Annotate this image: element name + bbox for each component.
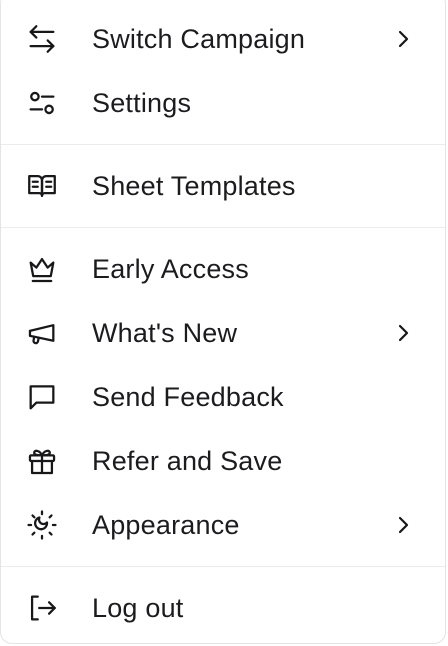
menu-group-session: Log out xyxy=(1,576,445,640)
menu-item-whats-new[interactable]: What's New xyxy=(1,301,445,365)
log-out-icon xyxy=(25,591,59,625)
menu-item-label: Switch Campaign xyxy=(92,23,306,54)
menu-item-send-feedback[interactable]: Send Feedback xyxy=(1,365,445,429)
menu-item-sheet-templates[interactable]: Sheet Templates xyxy=(1,154,445,218)
chevron-right-icon xyxy=(391,27,415,51)
crown-icon xyxy=(25,252,59,286)
menu-item-label: Refer and Save xyxy=(92,445,283,476)
megaphone-icon xyxy=(25,316,59,350)
menu-divider xyxy=(1,227,445,228)
chevron-right-icon xyxy=(391,513,415,537)
menu-item-label: What's New xyxy=(92,317,238,348)
account-dropdown-menu: Switch Campaign Settings Sheet Templates… xyxy=(0,0,446,644)
menu-group-misc: Early Access What's New Send Feedback Re… xyxy=(1,237,445,557)
menu-item-settings[interactable]: Settings xyxy=(1,71,445,135)
menu-divider xyxy=(1,566,445,567)
menu-item-log-out[interactable]: Log out xyxy=(1,576,445,640)
menu-divider xyxy=(1,144,445,145)
switch-arrows-icon xyxy=(25,22,59,56)
menu-item-label: Appearance xyxy=(92,509,240,540)
menu-item-early-access[interactable]: Early Access xyxy=(1,237,445,301)
menu-item-label: Settings xyxy=(92,87,192,118)
menu-item-label: Log out xyxy=(92,592,184,623)
menu-item-label: Early Access xyxy=(92,253,249,284)
menu-group-campaign: Switch Campaign Settings xyxy=(1,0,445,135)
menu-group-templates: Sheet Templates xyxy=(1,154,445,218)
message-square-icon xyxy=(25,380,59,414)
menu-item-switch-campaign[interactable]: Switch Campaign xyxy=(1,7,445,71)
gift-icon xyxy=(25,444,59,478)
menu-item-refer-and-save[interactable]: Refer and Save xyxy=(1,429,445,493)
menu-item-label: Sheet Templates xyxy=(92,170,296,201)
menu-item-appearance[interactable]: Appearance xyxy=(1,493,445,557)
sun-moon-icon xyxy=(25,508,59,542)
open-book-icon xyxy=(25,169,59,203)
chevron-right-icon xyxy=(391,321,415,345)
menu-item-label: Send Feedback xyxy=(92,381,284,412)
sliders-icon xyxy=(25,86,59,120)
